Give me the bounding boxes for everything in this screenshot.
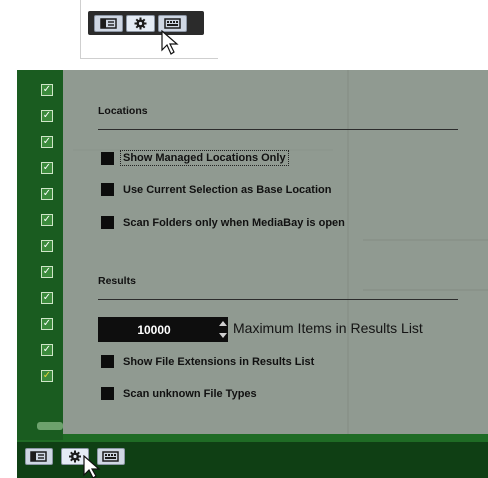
filter-checkbox[interactable]: ✓ (41, 292, 53, 304)
settings-panel: Locations Show Managed Locations Only Us… (63, 70, 488, 434)
results-section-title: Results (98, 275, 136, 287)
filter-checkbox[interactable]: ✓ (41, 188, 53, 200)
filter-checkbox[interactable]: ✓ (41, 214, 53, 226)
locations-divider (98, 129, 458, 130)
filter-checkbox[interactable]: ✓ (41, 240, 53, 252)
layout-icon (30, 451, 47, 462)
filter-column: ✓ ✓ ✓ ✓ ✓ ✓ ✓ ✓ ✓ ✓ ✓ ✓ (17, 70, 63, 440)
option-label: Show File Extensions in Results List (123, 355, 315, 368)
checkbox[interactable] (101, 216, 114, 229)
max-items-value[interactable]: 10000 (98, 323, 216, 337)
option-label: Show Managed Locations Only (120, 150, 289, 166)
filter-checkbox[interactable]: ✓ (41, 110, 53, 122)
checkbox[interactable] (101, 355, 114, 368)
layout-button[interactable] (25, 448, 53, 465)
option-use-current-selection[interactable]: Use Current Selection as Base Location (101, 183, 331, 196)
filter-checkbox[interactable]: ✓ (41, 84, 53, 96)
option-show-file-extensions[interactable]: Show File Extensions in Results List (101, 355, 314, 368)
layout-button[interactable] (94, 14, 123, 32)
option-scan-folders-mediabay-open[interactable]: Scan Folders only when MediaBay is open (101, 216, 345, 229)
option-scan-unknown-file-types[interactable]: Scan unknown File Types (101, 387, 257, 400)
filter-checkbox[interactable]: ✓ (41, 136, 53, 148)
keyboard-button[interactable] (158, 14, 187, 32)
settings-button[interactable] (126, 14, 155, 32)
locations-section-title: Locations (98, 105, 148, 117)
option-label: Use Current Selection as Base Location (123, 183, 332, 196)
top-toolbar (88, 11, 204, 35)
panel-background-texture (73, 70, 488, 434)
gear-icon (134, 17, 147, 29)
horizontal-scrollbar[interactable] (37, 422, 63, 430)
checkbox[interactable] (101, 387, 114, 400)
filter-checkbox[interactable]: ✓ (41, 162, 53, 174)
keyboard-icon (164, 17, 181, 29)
mediabay-window-crop: ✓ ✓ ✓ ✓ ✓ ✓ ✓ ✓ ✓ ✓ ✓ ✓ Locations Show M… (17, 70, 488, 478)
max-items-label: Maximum Items in Results List (233, 320, 423, 336)
results-divider (98, 299, 458, 300)
checkbox[interactable] (101, 183, 114, 196)
max-items-stepper[interactable]: 10000 (98, 317, 228, 342)
filter-checkbox[interactable]: ✓ (41, 344, 53, 356)
stepper-up-icon[interactable] (219, 321, 227, 326)
stepper-arrows[interactable] (216, 317, 228, 342)
option-show-managed-locations[interactable]: Show Managed Locations Only (101, 150, 289, 166)
filter-checkbox[interactable]: ✓ (41, 266, 53, 278)
layout-icon (100, 17, 117, 29)
stepper-down-icon[interactable] (219, 333, 227, 338)
option-label: Scan Folders only when MediaBay is open (123, 216, 345, 229)
mouse-cursor-icon (161, 30, 179, 55)
option-label: Scan unknown File Types (123, 387, 257, 400)
checkbox[interactable] (101, 151, 114, 165)
filter-checkbox[interactable]: ✓ (41, 370, 53, 382)
filter-checkbox[interactable]: ✓ (41, 318, 53, 330)
mouse-cursor-icon (83, 455, 101, 478)
